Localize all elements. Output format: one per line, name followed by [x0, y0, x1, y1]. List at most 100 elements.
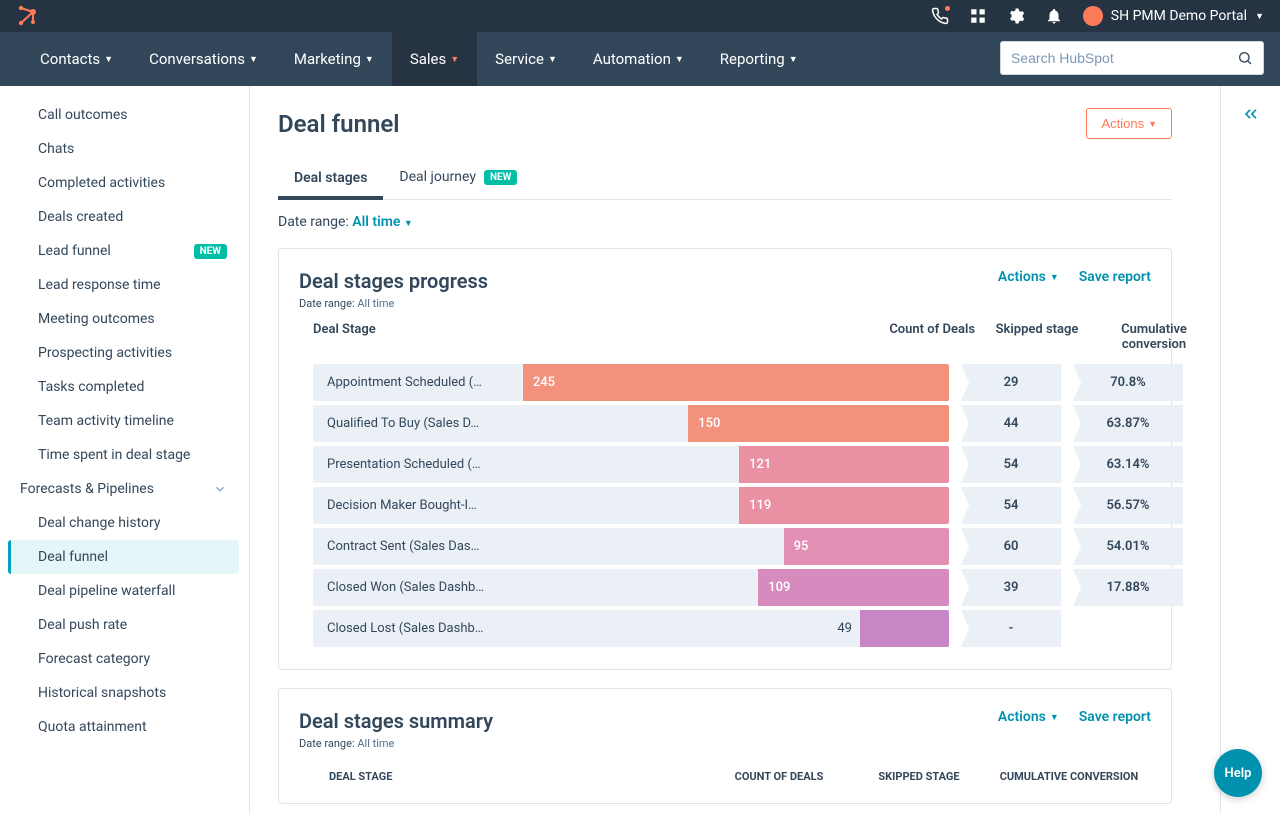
phone-icon[interactable]: [931, 7, 949, 25]
bar-track[interactable]: Contract Sent (Sales Das…95: [313, 528, 949, 565]
bar-track[interactable]: Closed Lost (Sales Dashb…49: [313, 610, 949, 647]
collapse-panel-icon[interactable]: [1241, 104, 1261, 124]
bar-track[interactable]: Decision Maker Bought-I…119: [313, 487, 949, 524]
new-badge: NEW: [484, 170, 517, 185]
help-button[interactable]: Help: [1214, 749, 1262, 797]
sidebar-item[interactable]: Meeting outcomes: [8, 302, 239, 336]
conversion-cell: 70.8%: [1073, 364, 1183, 401]
topbar: SH PMM Demo Portal ▼: [0, 0, 1280, 32]
sidebar-item[interactable]: Tasks completed: [8, 370, 239, 404]
bar-track[interactable]: Closed Won (Sales Dashb…109: [313, 569, 949, 606]
sidebar-item[interactable]: Team activity timeline: [8, 404, 239, 438]
search-input[interactable]: [1011, 50, 1237, 66]
nav-item-reporting[interactable]: Reporting ▼: [716, 32, 802, 86]
caret-down-icon: ▼: [365, 54, 374, 65]
report-deal-stages-progress: Deal stages progress Actions ▼ Save repo…: [278, 248, 1172, 670]
caret-down-icon: ▼: [548, 54, 557, 65]
filter-row: Date range: All time ▼: [278, 214, 1172, 230]
bar-fill: 119: [739, 487, 949, 524]
save-report-button[interactable]: Save report: [1079, 709, 1151, 725]
main: Deal funnel Actions ▼ Deal stages Deal j…: [250, 86, 1220, 813]
right-rail: [1220, 86, 1280, 813]
chart-row: Decision Maker Bought-I…1195456.57%: [299, 485, 1151, 526]
sidebar-item[interactable]: Deals created: [8, 200, 239, 234]
sidebar-item[interactable]: Chats: [8, 132, 239, 166]
chart-row: Closed Won (Sales Dashb…1093917.88%: [299, 567, 1151, 608]
bar-track[interactable]: Qualified To Buy (Sales D…150: [313, 405, 949, 442]
nav-item-conversations[interactable]: Conversations ▼: [145, 32, 262, 86]
sidebar-group-forecasts[interactable]: Forecasts & Pipelines: [0, 472, 239, 506]
actions-button[interactable]: Actions ▼: [1086, 108, 1172, 139]
caret-down-icon: ▼: [789, 54, 798, 65]
chevron-down-icon: [213, 482, 227, 496]
bar-fill: 95: [784, 528, 949, 565]
new-badge: NEW: [194, 244, 227, 259]
report-title: Deal stages progress: [299, 269, 488, 293]
conversion-cell: 54.01%: [1073, 528, 1183, 565]
sidebar-item[interactable]: Quota attainment: [8, 710, 239, 744]
report-actions-button[interactable]: Actions ▼: [998, 709, 1059, 725]
skipped-cell: 44: [961, 405, 1061, 442]
account-menu[interactable]: SH PMM Demo Portal ▼: [1083, 6, 1264, 26]
report-actions-button[interactable]: Actions ▼: [998, 269, 1059, 285]
nav-item-automation[interactable]: Automation ▼: [589, 32, 688, 86]
chart-row: Qualified To Buy (Sales D…1504463.87%: [299, 403, 1151, 444]
tab-deal-stages[interactable]: Deal stages: [278, 157, 383, 200]
skipped-cell: 60: [961, 528, 1061, 565]
nav-item-contacts[interactable]: Contacts ▼: [36, 32, 117, 86]
conversion-cell: 56.57%: [1073, 487, 1183, 524]
caret-down-icon: ▼: [450, 54, 459, 65]
bar-fill: 245: [523, 364, 949, 401]
search-icon: [1237, 50, 1253, 66]
chart-row: Appointment Scheduled (…2452970.8%: [299, 362, 1151, 403]
skipped-cell: 54: [961, 487, 1061, 524]
skipped-cell: -: [961, 610, 1061, 647]
nav-item-sales[interactable]: Sales ▼: [392, 32, 477, 86]
sidebar-item[interactable]: Deal push rate: [8, 608, 239, 642]
marketplace-icon[interactable]: [969, 7, 987, 25]
sidebar-item[interactable]: Completed activities: [8, 166, 239, 200]
sidebar-item[interactable]: Time spent in deal stage: [8, 438, 239, 472]
bar-fill: 109: [758, 569, 949, 606]
settings-icon[interactable]: [1007, 7, 1025, 25]
caret-down-icon: ▼: [1148, 119, 1157, 129]
hubspot-logo-icon[interactable]: [16, 4, 40, 28]
caret-down-icon: ▼: [249, 54, 258, 65]
account-label: SH PMM Demo Portal: [1111, 8, 1247, 24]
sidebar-item[interactable]: Call outcomes: [8, 98, 239, 132]
nav-item-service[interactable]: Service ▼: [491, 32, 561, 86]
chart-row: Presentation Scheduled (…1215463.14%: [299, 444, 1151, 485]
chart-row: Contract Sent (Sales Das…956054.01%: [299, 526, 1151, 567]
bar-fill: 150: [688, 405, 949, 442]
sidebar-item[interactable]: Forecast category: [8, 642, 239, 676]
report-subtitle: Date range: All time: [299, 737, 1151, 750]
save-report-button[interactable]: Save report: [1079, 269, 1151, 285]
sidebar-item[interactable]: Lead funnelNEW: [8, 234, 239, 268]
report-deal-stages-summary: Deal stages summary Actions ▼ Save repor…: [278, 688, 1172, 804]
sidebar-item[interactable]: Lead response time: [8, 268, 239, 302]
conversion-cell: 63.87%: [1073, 405, 1183, 442]
avatar: [1083, 6, 1103, 26]
search-box[interactable]: [1000, 41, 1264, 75]
chevron-down-icon: ▼: [1255, 11, 1264, 22]
sidebar-item[interactable]: Deal change history: [8, 506, 239, 540]
conversion-cell: 63.14%: [1073, 446, 1183, 483]
notifications-icon[interactable]: [1045, 7, 1063, 25]
conversion-cell: 17.88%: [1073, 569, 1183, 606]
chart-row: Closed Lost (Sales Dashb…49-: [299, 608, 1151, 649]
nav-item-marketing[interactable]: Marketing ▼: [290, 32, 378, 86]
date-range-filter[interactable]: All time ▼: [352, 214, 413, 230]
sidebar-item[interactable]: Deal pipeline waterfall: [8, 574, 239, 608]
report-title: Deal stages summary: [299, 709, 493, 733]
sidebar-item[interactable]: Deal funnel: [8, 540, 239, 574]
sidebar-item[interactable]: Prospecting activities: [8, 336, 239, 370]
tab-deal-journey[interactable]: Deal journey NEW: [383, 157, 533, 199]
sidebar-item[interactable]: Historical snapshots: [8, 676, 239, 710]
chart-header: Deal Stage Count of Deals Skipped stage …: [299, 322, 1151, 362]
bar-track[interactable]: Presentation Scheduled (…121: [313, 446, 949, 483]
summary-header: DEAL STAGE COUNT OF DEALS SKIPPED STAGE …: [299, 762, 1151, 783]
bar-track[interactable]: Appointment Scheduled (…245: [313, 364, 949, 401]
sidebar: Call outcomesChatsCompleted activitiesDe…: [0, 86, 250, 813]
page-title: Deal funnel: [278, 110, 400, 138]
caret-down-icon: ▼: [104, 54, 113, 65]
